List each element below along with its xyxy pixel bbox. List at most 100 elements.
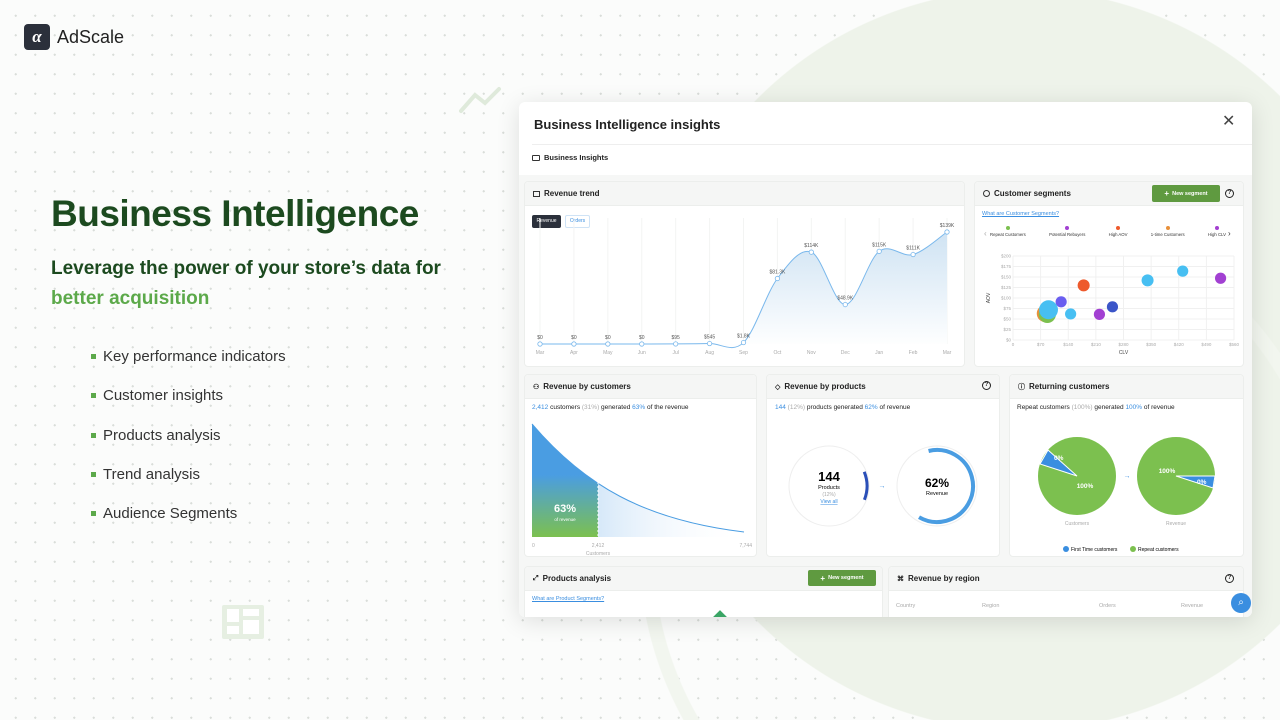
column-header-orders[interactable]: Orders: [1099, 603, 1116, 609]
feature-item: Products analysis: [91, 427, 286, 466]
card-title: Customer segments: [994, 189, 1071, 198]
revenue-repeat-label: 100%: [1159, 468, 1176, 475]
legend-label: 1-time Customers: [1150, 232, 1185, 237]
map-icon: ⌘: [897, 575, 904, 583]
share-caption: of revenue: [554, 517, 576, 522]
pie-caption: Revenue: [1166, 521, 1186, 527]
month-label: Feb: [909, 350, 918, 356]
help-icon[interactable]: ?: [1225, 189, 1234, 198]
value-label: $81.3K: [769, 269, 786, 275]
card-header: ⌘ Revenue by region: [889, 567, 1243, 591]
revenue-first-label: 0%: [1197, 479, 1207, 486]
data-point: [740, 339, 747, 346]
legend-next-icon[interactable]: ›: [1228, 229, 1231, 238]
products-count: 144: [775, 404, 786, 411]
legend-prev-icon[interactable]: ‹: [984, 229, 987, 238]
card-title: Products analysis: [542, 574, 612, 583]
share-label: 63%: [554, 503, 576, 515]
value-label: $139K: [940, 223, 955, 229]
product-segments-help-link[interactable]: What are Product Segments?: [532, 596, 604, 602]
bullet-icon: [91, 511, 96, 517]
new-segment-button[interactable]: + New segment: [1152, 185, 1220, 202]
feature-list: Key performance indicators Customer insi…: [91, 348, 286, 544]
products-summary: 144 (12%) products generated 62% of reve…: [775, 404, 910, 411]
breadcrumb[interactable]: Business Insights: [532, 153, 608, 162]
value-label: $115K: [872, 242, 887, 248]
revenue-label: Revenue: [926, 491, 948, 497]
value-label: $48.9K: [837, 296, 854, 302]
legend-item[interactable]: Potential Rebuyers: [1049, 226, 1085, 237]
customers-summary: 2,412 customers (31%) generated 63% of t…: [532, 404, 689, 411]
customers-first-label: 0%: [1054, 455, 1064, 462]
adscale-logo-icon: α: [24, 24, 50, 50]
y-tick-label: $125: [1001, 285, 1012, 290]
feature-label: Trend analysis: [103, 465, 200, 483]
feature-label: Audience Segments: [103, 505, 238, 523]
segments-help-link[interactable]: What are Customer Segments?: [982, 211, 1059, 217]
legend-item[interactable]: High CLV: [1208, 226, 1226, 237]
data-point: [571, 341, 577, 347]
y-axis-title: AOV: [986, 292, 992, 303]
revenue-pct: 62%: [864, 404, 878, 411]
y-tick-label: $50: [1003, 317, 1011, 322]
column-header-country[interactable]: Country: [896, 603, 915, 609]
column-header-region[interactable]: Region: [982, 603, 999, 609]
x-tick-label: $490: [1201, 342, 1212, 347]
products-pct: (12%): [787, 404, 806, 411]
close-icon[interactable]: ✕: [1222, 114, 1235, 130]
card-header: ◇ Revenue by products: [767, 375, 999, 399]
month-label: Jun: [638, 350, 646, 356]
legend-swatch: [1214, 226, 1219, 230]
pie-caption: Customers: [1065, 521, 1090, 527]
card-title: Revenue trend: [544, 189, 600, 198]
summary-text: of revenue: [1143, 404, 1175, 411]
segment-bubble: [1214, 272, 1227, 284]
search-icon[interactable]: ⌕: [1231, 593, 1251, 613]
summary-text: products generated: [806, 404, 863, 411]
summary-text: of the revenue: [646, 404, 689, 411]
y-tick-label: $175: [1001, 264, 1012, 269]
legend-label: High AOV: [1108, 232, 1128, 237]
y-tick-label: $0: [1006, 338, 1012, 343]
subtitle-main: Leverage the power of your store’s data …: [51, 258, 441, 279]
axis-tick: 0: [532, 543, 535, 549]
legend-item[interactable]: Repeat Customers: [990, 226, 1026, 237]
revenue-pct: 63%: [632, 404, 646, 411]
month-label: Jan: [875, 350, 883, 356]
month-label: Aug: [705, 350, 714, 356]
help-icon[interactable]: ?: [982, 381, 991, 390]
arrow-right-icon: →: [879, 483, 886, 490]
new-product-segment-button[interactable]: + New segment: [808, 570, 876, 586]
legend-swatch: [1063, 546, 1069, 552]
legend-item[interactable]: 1-time Customers: [1151, 226, 1185, 237]
legend-item[interactable]: High AOV: [1109, 226, 1128, 237]
column-header-revenue[interactable]: Revenue: [1181, 603, 1203, 609]
legend-label: Repeat Customers: [990, 232, 1026, 237]
y-tick-label: $150: [1001, 275, 1012, 280]
month-label: Sep: [739, 350, 748, 356]
segment-bubble: [1065, 308, 1077, 320]
revenue-by-region-card: ⌘ Revenue by region: [888, 566, 1244, 617]
segment-bubble: [1177, 265, 1189, 277]
data-point: [537, 341, 543, 347]
users-icon: ⚇: [533, 383, 540, 391]
x-tick-label: $70: [1037, 342, 1045, 347]
legend-swatch: [1005, 226, 1010, 230]
y-tick-label: $100: [1001, 296, 1012, 301]
segments-legend: Repeat Customers Potential Rebuyers High A…: [990, 226, 1226, 237]
view-all-link[interactable]: View all: [820, 499, 837, 505]
returning-summary: Repeat customers (100%) generated 100% o…: [1017, 404, 1175, 411]
x-tick-label: $560: [1229, 342, 1240, 347]
button-label: New segment: [1172, 190, 1208, 197]
segment-bubble: [1055, 296, 1067, 308]
help-icon[interactable]: ?: [1225, 574, 1234, 583]
products-label: Products: [818, 485, 840, 491]
tag-icon: ◇: [775, 383, 781, 391]
customers-count: 2,412: [532, 404, 549, 411]
value-label: $95: [671, 335, 680, 341]
axis-tick: 2,412: [592, 543, 605, 549]
card-header: ⚇ Revenue by customers: [525, 375, 756, 399]
summary-text: generated: [601, 404, 631, 411]
hero-subtitle: Leverage the power of your store’s data …: [51, 254, 481, 314]
products-pct-small: (12%): [822, 492, 836, 498]
